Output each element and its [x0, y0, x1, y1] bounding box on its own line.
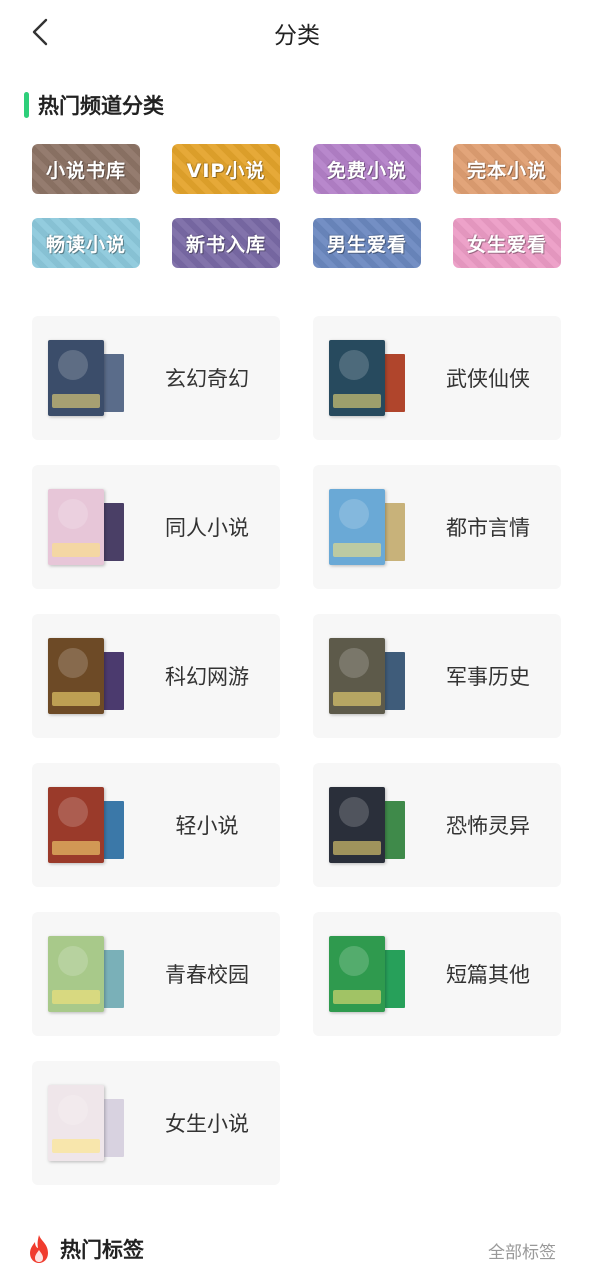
channel-label: 男生爱看: [326, 233, 407, 256]
book-cover-back: [383, 503, 405, 561]
book-cover-back: [102, 652, 124, 710]
all-tags-link[interactable]: 全部标签: [488, 1238, 556, 1263]
book-cover-back: [102, 801, 124, 859]
book-cover-front: [48, 340, 104, 416]
book-covers: [329, 489, 409, 565]
channel-female-favorites[interactable]: 女生爱看: [453, 218, 561, 268]
book-cover-front: [329, 340, 385, 416]
hot-tags-header: 热门标签: [26, 1232, 144, 1266]
category-card-xuanhuan[interactable]: 玄幻奇幻: [32, 316, 280, 440]
book-cover-front: [48, 787, 104, 863]
category-card-campus[interactable]: 青春校园: [32, 912, 280, 1036]
book-covers: [329, 787, 409, 863]
category-label: 青春校园: [165, 963, 249, 987]
channel-label: 新书入库: [185, 233, 266, 256]
category-card-wuxia[interactable]: 武侠仙侠: [313, 316, 561, 440]
book-cover-front: [48, 936, 104, 1012]
book-cover-back: [383, 801, 405, 859]
channel-free-read[interactable]: 畅读小说: [32, 218, 140, 268]
book-cover-front: [48, 638, 104, 714]
category-label: 短篇其他: [446, 963, 530, 987]
category-card-urban-romance[interactable]: 都市言情: [313, 465, 561, 589]
book-covers: [329, 340, 409, 416]
category-label: 玄幻奇幻: [165, 367, 249, 391]
channel-label: 女生爱看: [466, 233, 547, 256]
book-cover-front: [329, 638, 385, 714]
channel-male-favorites[interactable]: 男生爱看: [313, 218, 421, 268]
channel-label: 小说书库: [45, 159, 126, 182]
book-covers: [329, 638, 409, 714]
book-cover-back: [102, 503, 124, 561]
book-covers: [48, 638, 128, 714]
book-covers: [48, 936, 128, 1012]
book-covers: [48, 489, 128, 565]
category-card-female-novel[interactable]: 女生小说: [32, 1061, 280, 1185]
category-card-fanfic[interactable]: 同人小说: [32, 465, 280, 589]
book-covers: [48, 1085, 128, 1161]
channel-free-novel[interactable]: 免费小说: [313, 144, 421, 194]
channel-completed-novel[interactable]: 完本小说: [453, 144, 561, 194]
hot-tags-title: 热门标签: [60, 1238, 144, 1262]
channel-label: 畅读小说: [45, 233, 126, 256]
book-cover-back: [383, 652, 405, 710]
channel-novel-library[interactable]: 小说书库: [32, 144, 140, 194]
book-cover-front: [329, 787, 385, 863]
category-card-military-history[interactable]: 军事历史: [313, 614, 561, 738]
book-covers: [48, 340, 128, 416]
hot-channels-title: 热门频道分类: [38, 94, 164, 118]
book-cover-back: [102, 354, 124, 412]
category-label: 轻小说: [175, 814, 239, 838]
book-cover-front: [48, 489, 104, 565]
flame-icon: [30, 1235, 48, 1263]
category-card-light-novel[interactable]: 轻小说: [32, 763, 280, 887]
category-card-short-other[interactable]: 短篇其他: [313, 912, 561, 1036]
channel-label: VIP小说: [186, 159, 266, 182]
book-cover-front: [329, 489, 385, 565]
book-cover-front: [329, 936, 385, 1012]
book-covers: [48, 787, 128, 863]
channel-label: 免费小说: [326, 159, 407, 182]
book-cover-back: [383, 354, 405, 412]
category-label: 女生小说: [165, 1112, 249, 1136]
category-label: 科幻网游: [165, 665, 249, 689]
book-cover-back: [102, 950, 124, 1008]
category-label: 军事历史: [446, 665, 530, 689]
category-card-horror[interactable]: 恐怖灵异: [313, 763, 561, 887]
book-cover-back: [383, 950, 405, 1008]
hot-channels-header: 热门频道分类: [24, 90, 164, 120]
channel-new-books[interactable]: 新书入库: [172, 218, 280, 268]
book-cover-back: [102, 1099, 124, 1157]
book-cover-front: [48, 1085, 104, 1161]
page-title: 分类: [274, 23, 320, 49]
category-label: 恐怖灵异: [446, 814, 530, 838]
channel-label: 完本小说: [466, 159, 547, 182]
category-card-scifi-gaming[interactable]: 科幻网游: [32, 614, 280, 738]
book-covers: [329, 936, 409, 1012]
category-label: 都市言情: [446, 516, 530, 540]
top-nav-bar: 分类: [0, 0, 594, 64]
channel-vip-novel[interactable]: VIP小说: [172, 144, 280, 194]
category-label: 同人小说: [165, 516, 249, 540]
section-accent-bar: [24, 92, 29, 118]
category-label: 武侠仙侠: [446, 367, 530, 391]
